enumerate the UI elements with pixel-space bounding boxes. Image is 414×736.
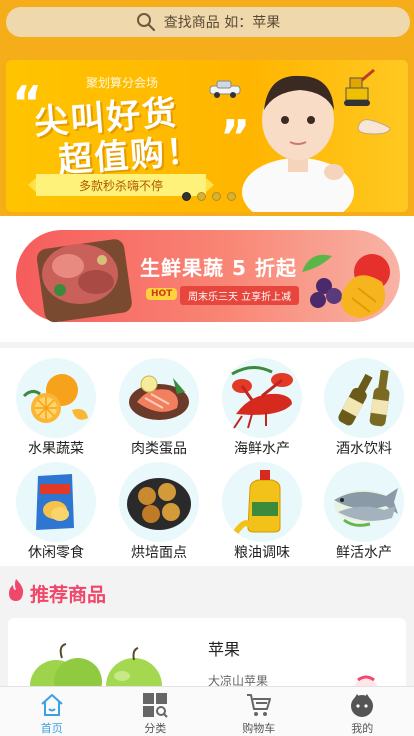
tab-profile[interactable]: 我的 — [311, 687, 414, 736]
home-icon — [41, 694, 63, 716]
baby-shoe-icon — [357, 119, 391, 135]
category-label: 粮油调味 — [234, 545, 290, 561]
tab-label: 分类 — [144, 722, 167, 735]
page: 查找商品 如：苹果 聚划算分会场 “ 尖叫好货 超值购！ ” 多款秒杀嗨不停 生… — [0, 0, 414, 736]
tab-cart[interactable]: 购物车 — [207, 687, 311, 736]
category-image-bg — [16, 462, 96, 542]
pagination-dot[interactable] — [197, 192, 206, 201]
toy-excavator-icon — [344, 68, 375, 106]
category-label: 休闲零食 — [28, 545, 84, 561]
cart-icon — [246, 694, 271, 716]
search-icon — [136, 13, 155, 32]
pagination-dot[interactable] — [212, 192, 221, 201]
banner-pagination — [182, 192, 236, 201]
fish-icon — [334, 488, 398, 527]
category-icon — [143, 693, 168, 718]
category-label: 烘培面点 — [131, 545, 187, 561]
category-grid: 水果蔬菜 肉类蛋品 海鲜水产 酒水饮料 休闲零食 烘培面点 粮油调味 鲜活水产 — [0, 348, 414, 566]
category-image-bg — [222, 358, 302, 438]
promo-title: 生鲜果蔬 5 折起 — [140, 256, 297, 280]
recommend-title: 推荐商品 — [30, 584, 107, 606]
product-name: 苹果 — [208, 640, 241, 659]
pagination-dot[interactable] — [182, 192, 191, 201]
tab-label: 首页 — [40, 722, 63, 735]
promo-desc: 周末乐三天 立享折上减 — [180, 286, 300, 305]
bottom-tab-bar: 首页 分类 购物车 我的 — [0, 686, 414, 736]
category-item[interactable]: 休闲零食 — [4, 456, 108, 562]
fresh-promo-banner[interactable]: 生鲜果蔬 5 折起 HOT 周末乐三天 立享折上减 — [16, 230, 400, 323]
category-item[interactable]: 酒水饮料 — [312, 352, 414, 458]
category-item[interactable]: 肉类蛋品 — [107, 352, 211, 458]
orange-icon — [22, 374, 88, 423]
category-image-bg — [16, 358, 96, 438]
hot-badge: HOT — [146, 288, 178, 300]
tab-label: 我的 — [351, 722, 374, 735]
pagination-dot[interactable] — [227, 192, 236, 201]
chips-icon — [36, 474, 74, 530]
salmon-icon — [129, 375, 189, 420]
category-label: 海鲜水产 — [234, 441, 290, 457]
toy-car-icon — [209, 80, 241, 98]
profile-icon — [351, 694, 374, 717]
search-placeholder: 查找商品 如：苹果 — [163, 15, 281, 31]
category-label: 鲜活水产 — [336, 545, 392, 561]
category-label: 水果蔬菜 — [28, 441, 84, 457]
category-image-bg — [222, 462, 302, 542]
category-image-bg — [324, 358, 404, 438]
category-item[interactable]: 海鲜水产 — [210, 352, 314, 458]
oil-bottle-icon — [233, 470, 281, 534]
category-item[interactable]: 烘培面点 — [107, 456, 211, 562]
fruit-icon — [302, 254, 390, 318]
tab-home[interactable]: 首页 — [0, 687, 104, 736]
promo-section: 生鲜果蔬 5 折起 HOT 周末乐三天 立享折上减 — [0, 216, 414, 342]
banner-ribbon: 多款秒杀嗨不停 — [28, 174, 214, 196]
recommend-header: 推荐商品 — [0, 566, 414, 616]
tab-category[interactable]: 分类 — [104, 687, 208, 736]
promo-banner[interactable]: 聚划算分会场 “ 尖叫好货 超值购！ ” 多款秒杀嗨不停 — [6, 60, 408, 212]
category-label: 酒水饮料 — [336, 441, 392, 457]
lobster-icon — [231, 366, 293, 429]
meat-platter-icon — [36, 239, 132, 323]
bread-icon — [127, 478, 191, 530]
category-image-bg — [119, 358, 199, 438]
category-item[interactable]: 水果蔬菜 — [4, 352, 108, 458]
category-label: 肉类蛋品 — [131, 441, 187, 457]
tab-label: 购物车 — [242, 722, 276, 735]
category-item[interactable]: 鲜活水产 — [312, 456, 414, 562]
beer-icon — [338, 369, 390, 427]
header: 查找商品 如：苹果 聚划算分会场 “ 尖叫好货 超值购！ ” 多款秒杀嗨不停 — [0, 0, 414, 216]
flame-icon — [9, 579, 24, 601]
search-bar[interactable]: 查找商品 如：苹果 — [6, 7, 410, 37]
category-image-bg — [119, 462, 199, 542]
category-image-bg — [324, 462, 404, 542]
category-item[interactable]: 粮油调味 — [210, 456, 314, 562]
